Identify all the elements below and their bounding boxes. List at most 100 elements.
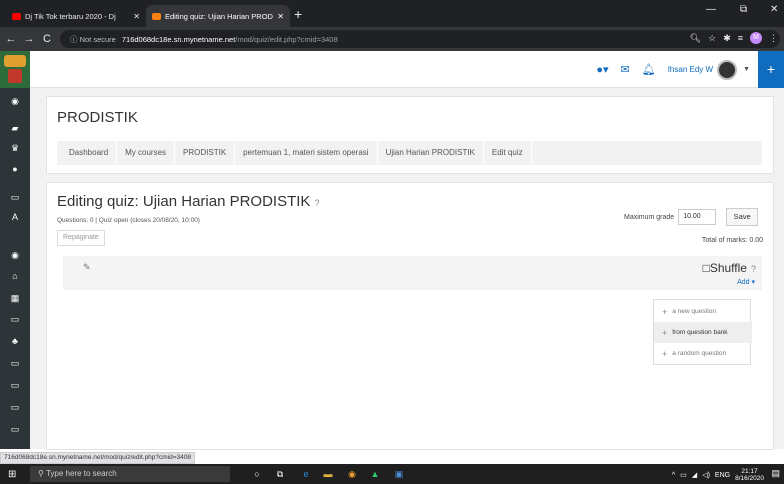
add-menu-link[interactable]: Add ▾ (737, 278, 755, 286)
help-icon[interactable]: ? (314, 198, 319, 208)
home-icon[interactable]: ⌂ (0, 271, 30, 281)
breadcrumb: Dashboard My courses PRODISTIK pertemuan… (57, 141, 762, 165)
security-indicator[interactable]: ⓘ Not secure (70, 34, 116, 45)
chrome-icon[interactable]: ◉ (346, 468, 358, 480)
back-button[interactable]: ← (4, 33, 18, 45)
task-view-icon[interactable]: ⧉ (274, 468, 286, 480)
page-title: Editing quiz: Ujian Harian PRODISTIK? (57, 193, 319, 210)
page-content: PRODISTIK Dashboard My courses PRODISTIK… (30, 88, 784, 450)
course-folder-icon[interactable]: ▭ (0, 380, 30, 391)
reading-list-icon[interactable]: ≡ (738, 33, 743, 43)
tab-close-icon[interactable]: ✕ (133, 12, 140, 21)
url-input[interactable]: ⓘ Not secure 716d068dc18e.sn.mynetname.n… (60, 30, 780, 48)
user-menu-caret-icon[interactable]: ▼ (743, 66, 750, 73)
menu-item-random-question[interactable]: + a random question (654, 343, 752, 364)
private-files-icon[interactable]: ▭ (0, 314, 30, 325)
logo-top (4, 55, 26, 67)
breadcrumb-dashboard[interactable]: Dashboard (61, 141, 118, 165)
minimize-button[interactable]: — (706, 4, 716, 15)
calendar-icon[interactable]: ▦ (0, 293, 30, 304)
browser-tab-youtube[interactable]: Dj Tik Tok terbaru 2020 - Dj ✕ (6, 5, 146, 27)
new-tab-button[interactable]: + (294, 6, 302, 22)
site-admin-icon[interactable]: ♣ (0, 336, 30, 346)
add-dropdown-menu: + a new question + from question bank + … (653, 299, 752, 365)
extensions-icon[interactable]: ✱ (723, 33, 731, 44)
profile-avatar[interactable]: M (750, 32, 762, 44)
tray-chevron-icon[interactable]: ^ (672, 472, 675, 479)
dashboard-icon[interactable]: ◉ (0, 250, 30, 261)
menu-item-question-bank[interactable]: + from question bank (654, 322, 752, 343)
plus-icon: + (662, 348, 668, 359)
language-indicator[interactable]: ENG (715, 472, 730, 479)
add-block-button[interactable]: + (758, 51, 784, 88)
breadcrumb-course[interactable]: PRODISTIK (175, 141, 236, 165)
reload-button[interactable]: C (40, 33, 54, 45)
zoom-icon[interactable]: 🔍︎ (690, 33, 701, 44)
font-icon[interactable]: A (0, 212, 30, 222)
menu-item-label: a random question (672, 350, 727, 357)
page-header: PRODISTIK Dashboard My courses PRODISTIK… (46, 96, 774, 174)
shuffle-checkbox[interactable]: □ (703, 261, 710, 275)
moodle-icon (152, 12, 161, 20)
app-icon[interactable]: ▲ (369, 468, 381, 480)
edge-icon[interactable]: e (300, 468, 312, 480)
quiz-editor: Editing quiz: Ujian Harian PRODISTIK? Qu… (46, 182, 774, 450)
help-icon[interactable]: ? (751, 264, 756, 274)
clock-date: 8/16/2020 (735, 475, 764, 482)
battery-icon[interactable]: ▭ (680, 471, 687, 479)
folder-icon[interactable]: ▭ (0, 192, 30, 203)
browser-tab-bar: Dj Tik Tok terbaru 2020 - Dj ✕ Editing q… (0, 0, 784, 27)
breadcrumb-section[interactable]: pertemuan 1, materi sistem operasi (235, 141, 378, 165)
forward-button[interactable]: → (22, 33, 36, 45)
file-explorer-icon[interactable]: ▬ (322, 468, 334, 480)
badges-icon[interactable]: ♛ (0, 143, 30, 154)
shuffle-label: Shuffle (709, 261, 747, 275)
word-icon[interactable]: ▣ (393, 468, 405, 480)
course-folder-icon[interactable]: ▭ (0, 358, 30, 369)
menu-item-label: from question bank (672, 329, 728, 336)
tab-close-icon[interactable]: ✕ (277, 12, 284, 21)
action-center-icon[interactable]: ▤ (771, 468, 780, 479)
menu-item-new-question[interactable]: + a new question (654, 301, 752, 322)
max-grade-input[interactable]: 10.00 (678, 209, 717, 225)
course-folder-icon[interactable]: ▭ (0, 402, 30, 413)
tachometer-icon[interactable]: ◉ (0, 96, 30, 107)
close-window-button[interactable]: ✕ (770, 4, 778, 15)
quiz-title-text: Editing quiz: Ujian Harian PRODISTIK (57, 193, 311, 210)
star-icon[interactable]: ☆ (708, 33, 716, 44)
repaginate-button[interactable]: Repaginate (57, 230, 105, 246)
site-logo[interactable] (0, 51, 30, 88)
course-folder-icon[interactable]: ▭ (0, 424, 30, 435)
maximize-button[interactable]: ⧉ (740, 4, 747, 15)
plus-icon: + (662, 327, 668, 338)
windows-start-icon[interactable]: ⊞ (8, 469, 16, 480)
user-avatar[interactable] (717, 59, 738, 80)
screen: Dj Tik Tok terbaru 2020 - Dj ✕ Editing q… (0, 0, 784, 484)
taskbar: ⊞ ⚲ Type here to search ○ ⧉ e ▬ ◉ ▲ ▣ ^ … (0, 464, 784, 484)
notifications-bell-icon[interactable]: 🔔︎ (642, 63, 656, 76)
taskbar-search-input[interactable]: ⚲ Type here to search (30, 466, 230, 482)
breadcrumb-edit-quiz[interactable]: Edit quiz (484, 141, 532, 165)
graduation-cap-icon[interactable]: ▰ (0, 123, 30, 134)
browser-tab-quiz[interactable]: Editing quiz: Ujian Harian PRODI ✕ (146, 5, 290, 27)
menu-icon[interactable]: ⋮ (769, 33, 778, 44)
clock[interactable]: 21:17 8/16/2020 (735, 468, 764, 482)
language-globe-icon[interactable]: ●▾ (596, 63, 608, 76)
volume-icon[interactable]: ◁) (702, 471, 710, 479)
tab-title: Dj Tik Tok terbaru 2020 - Dj (25, 11, 116, 21)
cortana-icon[interactable]: ○ (251, 468, 263, 480)
breadcrumb-my-courses[interactable]: My courses (117, 141, 176, 165)
breadcrumb-quiz[interactable]: Ujian Harian PRODISTIK (378, 141, 484, 165)
network-icon[interactable]: ◢ (692, 471, 697, 479)
course-title: PRODISTIK (57, 109, 138, 126)
plus-icon: + (662, 306, 668, 317)
edit-pencil-icon[interactable]: ✎ (83, 262, 91, 273)
messages-icon[interactable]: ✉ (621, 63, 630, 76)
save-button[interactable]: Save (726, 208, 759, 226)
total-marks: Total of marks: 0.00 (701, 237, 763, 244)
status-url: 716d068dc18e.sn.mynetname.net/mod/quiz/e… (0, 452, 196, 464)
competencies-icon[interactable]: ● (0, 164, 30, 174)
navbar-right: ●▾ ✉ 🔔︎ Ihsan Edy W ▼ + (596, 51, 784, 88)
user-name[interactable]: Ihsan Edy W (668, 65, 713, 74)
menu-item-label: a new question (672, 308, 716, 315)
